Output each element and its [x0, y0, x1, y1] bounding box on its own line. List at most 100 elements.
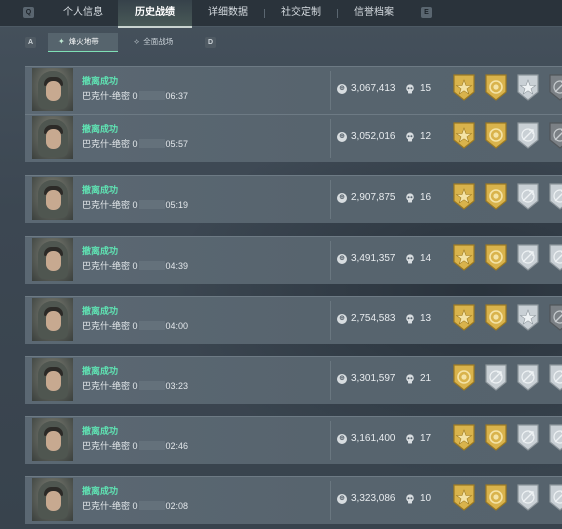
achievement-badge-icon[interactable]	[548, 303, 562, 332]
date-prefix: 0	[132, 501, 138, 511]
redacted-date	[138, 261, 165, 270]
coin-icon: ⊕	[337, 254, 347, 264]
map-name: 巴克什-绝密	[82, 321, 130, 331]
redacted-date	[138, 441, 165, 450]
loot-value: 2,907,875	[351, 192, 396, 203]
achievement-badge-icon[interactable]	[548, 73, 562, 102]
tab-personal-info[interactable]: 个人信息	[48, 0, 118, 26]
match-time: 03:23	[165, 381, 189, 391]
hazard-zone-icon: ✦	[58, 37, 65, 46]
kill-count: 13	[420, 313, 432, 324]
achievement-badge-icon[interactable]	[516, 303, 540, 332]
loot-value: 3,301,597	[351, 373, 396, 384]
achievement-badge-icon[interactable]	[548, 243, 562, 272]
redacted-date	[138, 501, 165, 510]
achievement-badge-icon[interactable]	[548, 182, 562, 211]
operator-avatar	[32, 177, 73, 220]
match-time: 04:00	[165, 321, 189, 331]
match-row[interactable]: 撤离成功 巴克什-绝密 0 05:57 ⊕ 3,052,016 12	[25, 114, 562, 162]
row-divider	[330, 180, 331, 219]
achievement-badge-icon[interactable]	[516, 363, 540, 392]
achievement-badge-icon[interactable]	[452, 182, 476, 211]
match-row[interactable]: 撤离成功 巴克什-绝密 0 03:23 ⊕ 3,301,597 21	[25, 356, 562, 404]
row-divider	[330, 241, 331, 280]
match-time: 02:08	[165, 501, 189, 511]
kill-count: 21	[420, 373, 432, 384]
subtab-full-battlefield[interactable]: ⟡ 全面战场	[124, 33, 196, 51]
match-row[interactable]: 撤离成功 巴克什-绝密 0 04:00 ⊕ 2,754,583 13	[25, 296, 562, 344]
map-name: 巴克什-绝密	[82, 441, 130, 451]
extraction-status: 撤离成功	[82, 366, 119, 376]
prev-tab-key-hint: Q	[23, 7, 34, 18]
achievement-badge-icon[interactable]	[484, 121, 508, 150]
achievement-badge-icon[interactable]	[516, 423, 540, 452]
loot-value: 3,323,086	[351, 493, 396, 504]
redacted-date	[138, 381, 165, 390]
achievement-badge-icon[interactable]	[484, 182, 508, 211]
achievement-badge-icon[interactable]	[516, 243, 540, 272]
tab-credit-profile[interactable]: 信誉档案	[338, 0, 410, 26]
achievement-badge-icon[interactable]	[484, 303, 508, 332]
achievement-badge-icon[interactable]	[452, 303, 476, 332]
operator-avatar	[32, 298, 73, 341]
kill-count: 15	[420, 83, 432, 94]
kill-count: 17	[420, 433, 432, 444]
achievement-badge-icon[interactable]	[452, 363, 476, 392]
achievement-badge-icon[interactable]	[548, 363, 562, 392]
mode-subtabs: A ✦ 烽火地带 ⟡ 全面战场 D	[0, 31, 562, 53]
map-and-time: 巴克什-绝密 0 04:00	[82, 319, 188, 332]
prev-mode-key-hint: A	[25, 37, 36, 48]
date-prefix: 0	[132, 321, 138, 331]
achievement-badge-icon[interactable]	[452, 423, 476, 452]
map-and-time: 巴克什-绝密 0 02:08	[82, 499, 188, 512]
coin-icon: ⊕	[337, 374, 347, 384]
coin-icon: ⊕	[337, 132, 347, 142]
achievement-badge-icon[interactable]	[452, 483, 476, 512]
achievement-badge-icon[interactable]	[484, 243, 508, 272]
map-name: 巴克什-绝密	[82, 139, 130, 149]
row-divider	[330, 421, 331, 460]
top-navigation-bar: Q 个人信息 历史战绩 详细数据 社交定制 信誉档案 E	[0, 0, 562, 28]
achievement-badge-icon[interactable]	[516, 73, 540, 102]
achievement-badge-icon[interactable]	[452, 121, 476, 150]
coin-icon: ⊕	[337, 84, 347, 94]
extraction-status: 撤离成功	[82, 124, 119, 134]
kill-count: 16	[420, 192, 432, 203]
skull-icon	[406, 254, 414, 264]
match-row[interactable]: 撤离成功 巴克什-绝密 0 02:46 ⊕ 3,161,400 17	[25, 416, 562, 464]
match-row[interactable]: 撤离成功 巴克什-绝密 0 05:19 ⊕ 2,907,875 16	[25, 175, 562, 223]
loot-value: 3,067,413	[351, 83, 396, 94]
tab-match-history[interactable]: 历史战绩	[118, 0, 192, 28]
achievement-badge-icon[interactable]	[452, 73, 476, 102]
achievement-badge-icon[interactable]	[484, 423, 508, 452]
tab-detailed-data[interactable]: 详细数据	[192, 0, 264, 26]
map-and-time: 巴克什-绝密 0 03:23	[82, 379, 188, 392]
achievement-badge-icon[interactable]	[548, 121, 562, 150]
achievement-badge-icon[interactable]	[516, 182, 540, 211]
date-prefix: 0	[132, 381, 138, 391]
operator-avatar	[32, 478, 73, 521]
tab-social-customize[interactable]: 社交定制	[265, 0, 337, 26]
row-divider	[330, 71, 331, 110]
operator-avatar	[32, 116, 73, 159]
subtab-hazard-zone[interactable]: ✦ 烽火地带	[48, 33, 118, 52]
achievement-badge-icon[interactable]	[516, 483, 540, 512]
achievement-badge-icon[interactable]	[516, 121, 540, 150]
redacted-date	[138, 91, 165, 100]
match-time: 05:19	[165, 200, 189, 210]
match-row[interactable]: 撤离成功 巴克什-绝密 0 02:08 ⊕ 3,323,086 10	[25, 476, 562, 524]
kill-count: 12	[420, 131, 432, 142]
match-time: 02:46	[165, 441, 189, 451]
achievement-badge-icon[interactable]	[452, 243, 476, 272]
achievement-badge-icon[interactable]	[484, 363, 508, 392]
date-prefix: 0	[132, 91, 138, 101]
achievement-badge-icon[interactable]	[484, 483, 508, 512]
redacted-date	[138, 139, 165, 148]
match-row[interactable]: 撤离成功 巴克什-绝密 0 04:39 ⊕ 3,491,357 14	[25, 236, 562, 284]
coin-icon: ⊕	[337, 494, 347, 504]
achievement-badge-icon[interactable]	[548, 483, 562, 512]
achievement-badge-icon[interactable]	[548, 423, 562, 452]
battlefield-icon: ⟡	[134, 37, 140, 46]
achievement-badge-icon[interactable]	[484, 73, 508, 102]
match-row[interactable]: 撤离成功 巴克什-绝密 0 06:37 ⊕ 3,067,413 15	[25, 66, 562, 114]
